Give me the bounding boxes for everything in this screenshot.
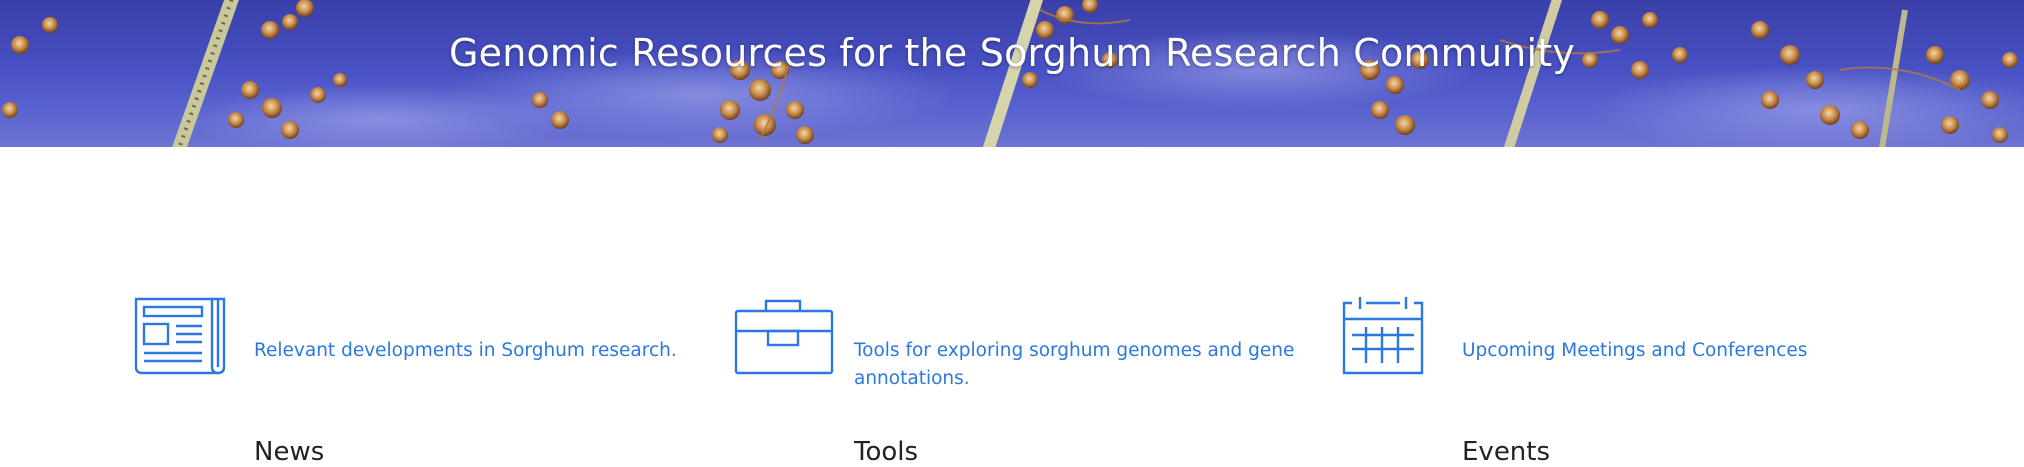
feature-desc-events[interactable]: Upcoming Meetings and Conferences — [1462, 337, 1942, 365]
feature-title-news[interactable]: News — [254, 437, 324, 467]
feature-tools: Tools Tools for exploring sorghum genome… — [734, 297, 1334, 467]
features-section: News Relevant developments in Sorghum re… — [0, 147, 2024, 467]
toolbox-icon — [734, 299, 834, 375]
calendar-icon — [1342, 297, 1424, 375]
hero-banner: Genomic Resources for the Sorghum Resear… — [0, 0, 2024, 147]
newspaper-icon — [134, 297, 226, 375]
feature-desc-news[interactable]: Relevant developments in Sorghum researc… — [254, 337, 684, 365]
hero-title: Genomic Resources for the Sorghum Resear… — [448, 31, 1576, 76]
feature-title-tools[interactable]: Tools — [854, 437, 918, 467]
feature-desc-tools[interactable]: Tools for exploring sorghum genomes and … — [854, 337, 1314, 393]
feature-title-events[interactable]: Events — [1462, 437, 1550, 467]
feature-news: News Relevant developments in Sorghum re… — [134, 297, 694, 467]
feature-events: Events Upcoming Meetings and Conferences — [1342, 297, 1942, 467]
